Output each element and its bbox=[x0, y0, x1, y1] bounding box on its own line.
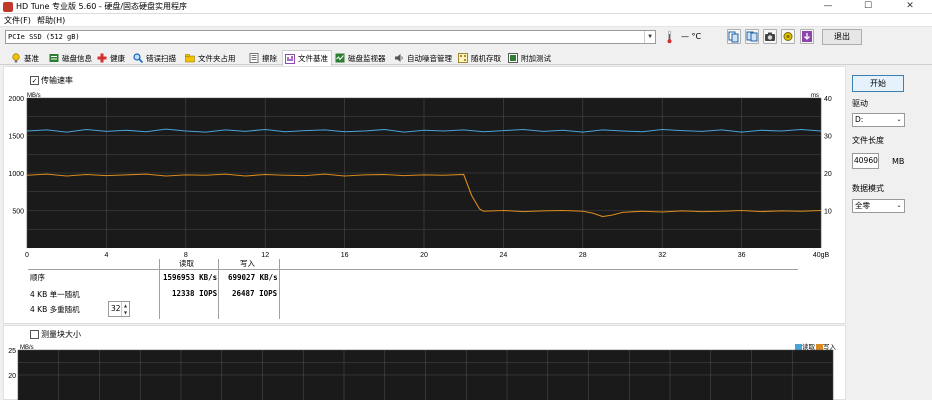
disk-monitor-icon bbox=[335, 53, 345, 63]
file-benchmark-icon bbox=[285, 53, 295, 64]
menu-help[interactable]: 帮助(H) bbox=[37, 15, 65, 26]
y-tick-label: 1500 bbox=[8, 134, 24, 141]
random-single-write-value: 26487 IOPS bbox=[232, 289, 278, 298]
copy-all-icon[interactable] bbox=[745, 29, 759, 44]
y-axis-unit: MB/s bbox=[27, 93, 41, 99]
read-column-header: 读取 bbox=[179, 259, 194, 268]
write-column-header: 写入 bbox=[240, 259, 255, 268]
y2-tick-label: 40 bbox=[824, 96, 832, 103]
error-scan-icon bbox=[133, 53, 144, 64]
tab-error-scan[interactable]: 错误扫描 bbox=[131, 51, 179, 65]
x-tick-label: 28 bbox=[579, 252, 587, 259]
x-tick-label: 20 bbox=[420, 252, 428, 259]
copy-icon[interactable] bbox=[727, 29, 741, 44]
results-separator bbox=[159, 259, 160, 319]
tab-extra-tests[interactable]: 附加测试 bbox=[506, 51, 554, 65]
x-tick-label: 8 bbox=[184, 252, 188, 259]
chevron-down-icon: ⌄ bbox=[896, 202, 902, 209]
transfer-rate-label: 传输速率 bbox=[41, 76, 73, 85]
y2-axis-unit: ms bbox=[811, 93, 819, 99]
y2-tick-label: 20 bbox=[824, 171, 832, 178]
drive-label: 驱动 bbox=[852, 99, 868, 108]
transfer-rate-checkbox[interactable]: ✓ bbox=[30, 76, 39, 85]
close-button[interactable]: ✕ bbox=[890, 0, 930, 14]
x-tick-label: 32 bbox=[658, 252, 666, 259]
window-title: HD Tune 专业版 5.60 - 硬盘/固态硬盘实用程序 bbox=[16, 2, 188, 11]
erase-icon bbox=[249, 53, 259, 63]
folder-usage-icon bbox=[185, 53, 195, 63]
x-tick-label: 12 bbox=[261, 252, 269, 259]
random-access-icon bbox=[458, 53, 468, 63]
thermometer-icon bbox=[667, 30, 672, 44]
random-single-read-value: 12338 IOPS bbox=[172, 289, 218, 298]
options-icon[interactable] bbox=[781, 29, 795, 44]
y-tick-label: 1000 bbox=[8, 171, 24, 178]
drive-letter-select[interactable]: D: ⌄ bbox=[852, 113, 905, 127]
queue-depth-value: 32 bbox=[111, 304, 121, 313]
result-row-label: 4 KB 多重随机 bbox=[30, 305, 80, 314]
tab-disk-info[interactable]: 磁盘信息 bbox=[47, 51, 95, 65]
tab-health[interactable]: 健康 bbox=[95, 51, 128, 65]
disk-info-icon bbox=[49, 53, 59, 63]
y-tick-label: 25 bbox=[8, 348, 16, 355]
file-length-input[interactable]: 40960 bbox=[852, 153, 879, 169]
tab-random-access[interactable]: 随机存取 bbox=[456, 51, 504, 65]
start-button[interactable]: 开始 bbox=[852, 75, 904, 92]
chevron-down-icon[interactable]: ▼ bbox=[644, 31, 655, 43]
menu-bar: 文件(F) 帮助(H) bbox=[0, 14, 932, 27]
x-tick-label: 16 bbox=[341, 252, 349, 259]
tab-folder-usage[interactable]: 文件夹占用 bbox=[183, 51, 239, 65]
file-length-label: 文件长度 bbox=[852, 136, 884, 145]
block-size-checkbox[interactable] bbox=[30, 330, 39, 339]
tab-disk-monitor[interactable]: 磁盘监视器 bbox=[333, 51, 389, 65]
tab-noise-management[interactable]: 自动噪音管理 bbox=[392, 51, 455, 65]
queue-depth-stepper[interactable]: 32 ▲ ▼ bbox=[108, 301, 130, 317]
block-size-chart: 25 20 MB/s bbox=[8, 345, 834, 400]
title-bar: HD Tune 专业版 5.60 - 硬盘/固态硬盘实用程序 — ☐ ✕ bbox=[0, 0, 932, 14]
benchmark-icon bbox=[11, 53, 21, 63]
results-separator bbox=[279, 259, 280, 319]
temperature-readout: — °C bbox=[681, 32, 702, 41]
minimize-button[interactable]: — bbox=[808, 0, 848, 14]
y2-tick-label: 10 bbox=[824, 209, 832, 216]
results-separator bbox=[218, 259, 219, 319]
results-divider bbox=[28, 269, 798, 270]
x-tick-label: 24 bbox=[500, 252, 508, 259]
tab-file-benchmark[interactable]: 文件基准 bbox=[282, 50, 332, 66]
data-pattern-label: 数据模式 bbox=[852, 184, 884, 193]
x-tick-label: 4 bbox=[104, 252, 108, 259]
download-icon[interactable] bbox=[800, 29, 814, 44]
y-axis-unit: MB/s bbox=[20, 345, 34, 351]
result-row-label: 4 KB 单一随机 bbox=[30, 290, 80, 299]
y-tick-label: 500 bbox=[12, 209, 24, 216]
drive-select[interactable]: PCIe SSD (512 gB) ▼ bbox=[5, 30, 656, 44]
tab-bar: 基准 磁盘信息 健康 错误扫描 文件夹占用 擦除 文件基准 磁盘监视器 自动噪音… bbox=[0, 50, 932, 66]
y-tick-label: 20 bbox=[8, 373, 16, 380]
transfer-rate-chart: 0 4 8 12 16 20 24 28 32 36 40gB 2000 1500 1000 500 40 30… bbox=[8, 93, 832, 259]
y2-tick-label: 30 bbox=[824, 134, 832, 141]
x-tick-label: 40gB bbox=[813, 252, 830, 259]
data-pattern-select[interactable]: 全零 ⌄ bbox=[852, 199, 905, 213]
health-cross-icon bbox=[97, 53, 107, 63]
stepper-arrows-icon[interactable]: ▲ ▼ bbox=[121, 302, 129, 316]
maximize-button[interactable]: ☐ bbox=[848, 0, 888, 14]
tab-erase[interactable]: 擦除 bbox=[247, 51, 280, 65]
app-icon bbox=[3, 2, 13, 12]
file-length-unit: MB bbox=[892, 157, 905, 166]
y-tick-label: 2000 bbox=[8, 96, 24, 103]
result-row-label: 顺序 bbox=[30, 273, 45, 282]
extra-tests-icon bbox=[508, 53, 518, 63]
tab-benchmark[interactable]: 基准 bbox=[9, 51, 42, 65]
sequential-read-value: 1596953 KB/s bbox=[163, 273, 218, 282]
menu-file[interactable]: 文件(F) bbox=[4, 15, 31, 26]
noise-speaker-icon bbox=[394, 53, 404, 63]
x-tick-label: 0 bbox=[25, 252, 29, 259]
x-tick-label: 36 bbox=[738, 252, 746, 259]
chevron-down-icon: ⌄ bbox=[896, 116, 902, 123]
exit-button[interactable]: 退出 bbox=[822, 29, 862, 45]
block-size-label: 测量块大小 bbox=[41, 330, 81, 339]
drive-select-value: PCIe SSD (512 gB) bbox=[8, 33, 80, 41]
camera-icon[interactable] bbox=[763, 29, 777, 44]
sequential-write-value: 699027 KB/s bbox=[228, 273, 278, 282]
